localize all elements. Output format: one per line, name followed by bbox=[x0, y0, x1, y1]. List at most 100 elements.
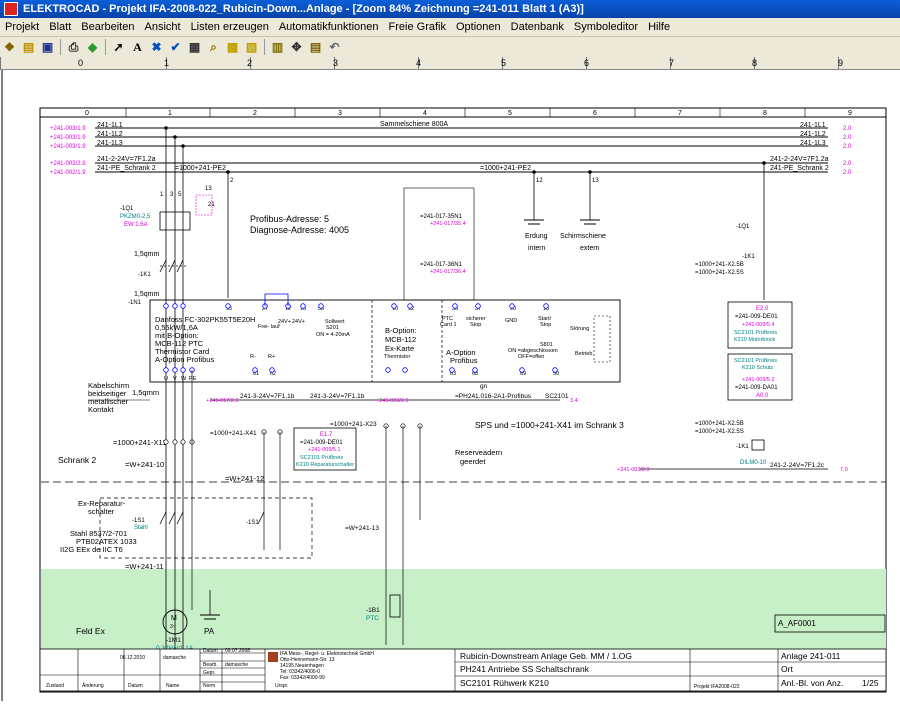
cabinet-label: Schrank 2 bbox=[58, 455, 97, 465]
mid-label: =241-017-36N1 bbox=[420, 262, 463, 268]
bus-ref[interactable]: +241-017/2.9 bbox=[206, 398, 239, 404]
bus-ref[interactable]: +241-003/1.9 bbox=[50, 144, 86, 150]
ruler-number: 8 bbox=[752, 58, 758, 68]
contactor-coil[interactable] bbox=[751, 439, 765, 451]
bus-label: 241-1L1 bbox=[800, 122, 826, 129]
mid-ref[interactable]: +241-017/35.4 bbox=[430, 221, 466, 227]
device-label: -1M1 bbox=[166, 637, 181, 644]
tb-sheet: Anl.-Bl. von Anz. bbox=[781, 678, 843, 688]
tb-cell: Norm bbox=[203, 683, 215, 689]
device-label: -1Q1 bbox=[736, 224, 750, 230]
card-ref[interactable]: +241-009/5.2 bbox=[742, 377, 775, 383]
device-setting: EW:1,6A bbox=[124, 222, 148, 228]
bus-ref[interactable]: 3.4 bbox=[570, 398, 578, 404]
fu-pin-label: Frei- lauf bbox=[258, 324, 280, 330]
terminal-no: 5 bbox=[178, 192, 182, 198]
terminal-no: 2 bbox=[230, 178, 234, 184]
search-icon[interactable]: ⌕ bbox=[205, 39, 222, 56]
repair-label: schalter bbox=[88, 507, 115, 516]
save-icon[interactable]: ▣ bbox=[39, 39, 56, 56]
move-icon[interactable]: ✥ bbox=[288, 39, 305, 56]
bus-ref[interactable]: 2.0 bbox=[843, 126, 852, 132]
fu-pin-label: 24V+ bbox=[292, 319, 305, 325]
grid-number: 6 bbox=[593, 110, 597, 117]
tb-cell: Datum bbox=[128, 683, 143, 689]
bus-label: 241-3-24V=7F1.1b bbox=[310, 393, 365, 400]
card-desc: K210 Schütz bbox=[742, 365, 773, 371]
menu-optionen[interactable]: Optionen bbox=[451, 18, 506, 36]
menu-bearbeiten[interactable]: Bearbeiten bbox=[76, 18, 139, 36]
print-icon[interactable]: ⎙ bbox=[65, 39, 82, 56]
fu-text: Profibus bbox=[450, 356, 478, 365]
card-desc: SC2101 Prüfkreis bbox=[734, 330, 777, 336]
bus-ref[interactable]: +241-003/2.9 bbox=[617, 467, 650, 473]
export-icon[interactable]: ▤ bbox=[307, 39, 324, 56]
menu-automatik[interactable]: Automatikfunktionen bbox=[274, 18, 384, 36]
menu-symboleditor[interactable]: Symboleditor bbox=[569, 18, 643, 36]
undo-icon[interactable]: ↶ bbox=[326, 39, 343, 56]
bus-ref[interactable]: +241-003/1.9 bbox=[50, 135, 86, 141]
motor-phase: 3~ bbox=[170, 624, 176, 630]
tb-cell: 06.12.2010 bbox=[120, 655, 145, 661]
fu-text: Ex-Karte bbox=[385, 344, 414, 353]
bus-ref[interactable]: +241-003/2.9 bbox=[50, 161, 86, 167]
pointer-icon[interactable]: ➚ bbox=[110, 39, 127, 56]
card-ref[interactable]: +241-009/5.1 bbox=[308, 447, 341, 453]
card-ref[interactable]: +241-009/5.4 bbox=[742, 322, 775, 328]
menu-listen[interactable]: Listen erzeugen bbox=[186, 18, 274, 36]
device-type: Stahl bbox=[134, 525, 148, 531]
fu-pin-label: Betrieb bbox=[575, 351, 592, 357]
table-icon[interactable]: ▦ bbox=[186, 39, 203, 56]
menu-hilfe[interactable]: Hilfe bbox=[643, 18, 675, 36]
fu-text: MCB-112 bbox=[385, 335, 416, 344]
terminal-no: V bbox=[173, 376, 177, 382]
component-icon[interactable]: ❖ bbox=[1, 39, 18, 56]
bus-label: 241-2-24V=7F1.2a bbox=[770, 156, 829, 163]
shield-note: Kontakt bbox=[88, 405, 114, 414]
tb-ort: Ort bbox=[781, 664, 793, 674]
device-type: DILM0-10 bbox=[740, 460, 767, 466]
cross-icon[interactable]: ✖ bbox=[148, 39, 165, 56]
layers-icon[interactable]: ◆ bbox=[84, 39, 101, 56]
image-icon[interactable]: ▩ bbox=[224, 39, 241, 56]
grid-icon[interactable]: ▥ bbox=[269, 39, 286, 56]
cable-label: =W+241-10 bbox=[125, 460, 164, 469]
wire-color: gn bbox=[480, 383, 488, 390]
tb-page: 1/25 bbox=[862, 678, 879, 688]
busbar-title: Sammelschiene 800A bbox=[380, 121, 448, 128]
text-icon[interactable]: A bbox=[129, 39, 146, 56]
report-icon[interactable]: ▧ bbox=[243, 39, 260, 56]
menu-freie-grafik[interactable]: Freie Grafik bbox=[384, 18, 451, 36]
repair-spec: II2G EEx de IIC T6 bbox=[60, 545, 123, 554]
bus-ref[interactable]: +241-003/1.9 bbox=[50, 126, 86, 132]
open-icon[interactable]: ▤ bbox=[20, 39, 37, 56]
diagnose-address: Diagnose-Adresse: 4005 bbox=[250, 225, 349, 235]
menu-ansicht[interactable]: Ansicht bbox=[139, 18, 185, 36]
grid-number: 5 bbox=[508, 110, 512, 117]
bus-ref[interactable]: 2.0 bbox=[843, 135, 852, 141]
bus-label: 241-PE_Schrank 2 bbox=[770, 165, 829, 172]
terminal-no: 12 bbox=[536, 178, 543, 184]
bus-ref[interactable]: 2.0 bbox=[843, 161, 852, 167]
bus-ref[interactable]: +241-003/2.9 bbox=[376, 398, 409, 404]
menu-blatt[interactable]: Blatt bbox=[44, 18, 76, 36]
fu-pin-label: Störung bbox=[570, 326, 589, 332]
drawing-canvas[interactable]: 0 1 2 3 4 5 6 7 8 9 Sammelschiene 800A +… bbox=[0, 70, 900, 701]
card-label: =241-009-DE01 bbox=[735, 314, 778, 320]
toolbar: ❖ ▤ ▣ ⎙ ◆ ➚ A ✖ ✔ ▦ ⌕ ▩ ▧ ▥ ✥ ▤ ↶ bbox=[0, 37, 900, 58]
bus-ref[interactable]: 2.0 bbox=[843, 144, 852, 150]
bus-ref[interactable]: +241-002/1.9 bbox=[50, 170, 86, 176]
schematic-svg[interactable]: 0 1 2 3 4 5 6 7 8 9 Sammelschiene 800A +… bbox=[0, 70, 900, 701]
cable-label: =W+241-13 bbox=[345, 525, 379, 532]
check-icon[interactable]: ✔ bbox=[167, 39, 184, 56]
menu-projekt[interactable]: Projekt bbox=[0, 18, 44, 36]
card-address: A0.0 bbox=[756, 393, 769, 399]
bus-ref[interactable]: 7.0 bbox=[840, 467, 848, 473]
terminal-no: 21 bbox=[208, 202, 215, 208]
bus-ref[interactable]: 2.0 bbox=[843, 170, 852, 176]
mid-ref[interactable]: +241-017/36.4 bbox=[430, 269, 466, 275]
menu-datenbank[interactable]: Datenbank bbox=[506, 18, 569, 36]
motor-m: M bbox=[171, 615, 177, 622]
fu-pin-label: 24V+ bbox=[278, 319, 291, 325]
column-ruler: 0 1 2 3 4 5 6 7 8 9 bbox=[0, 57, 900, 70]
